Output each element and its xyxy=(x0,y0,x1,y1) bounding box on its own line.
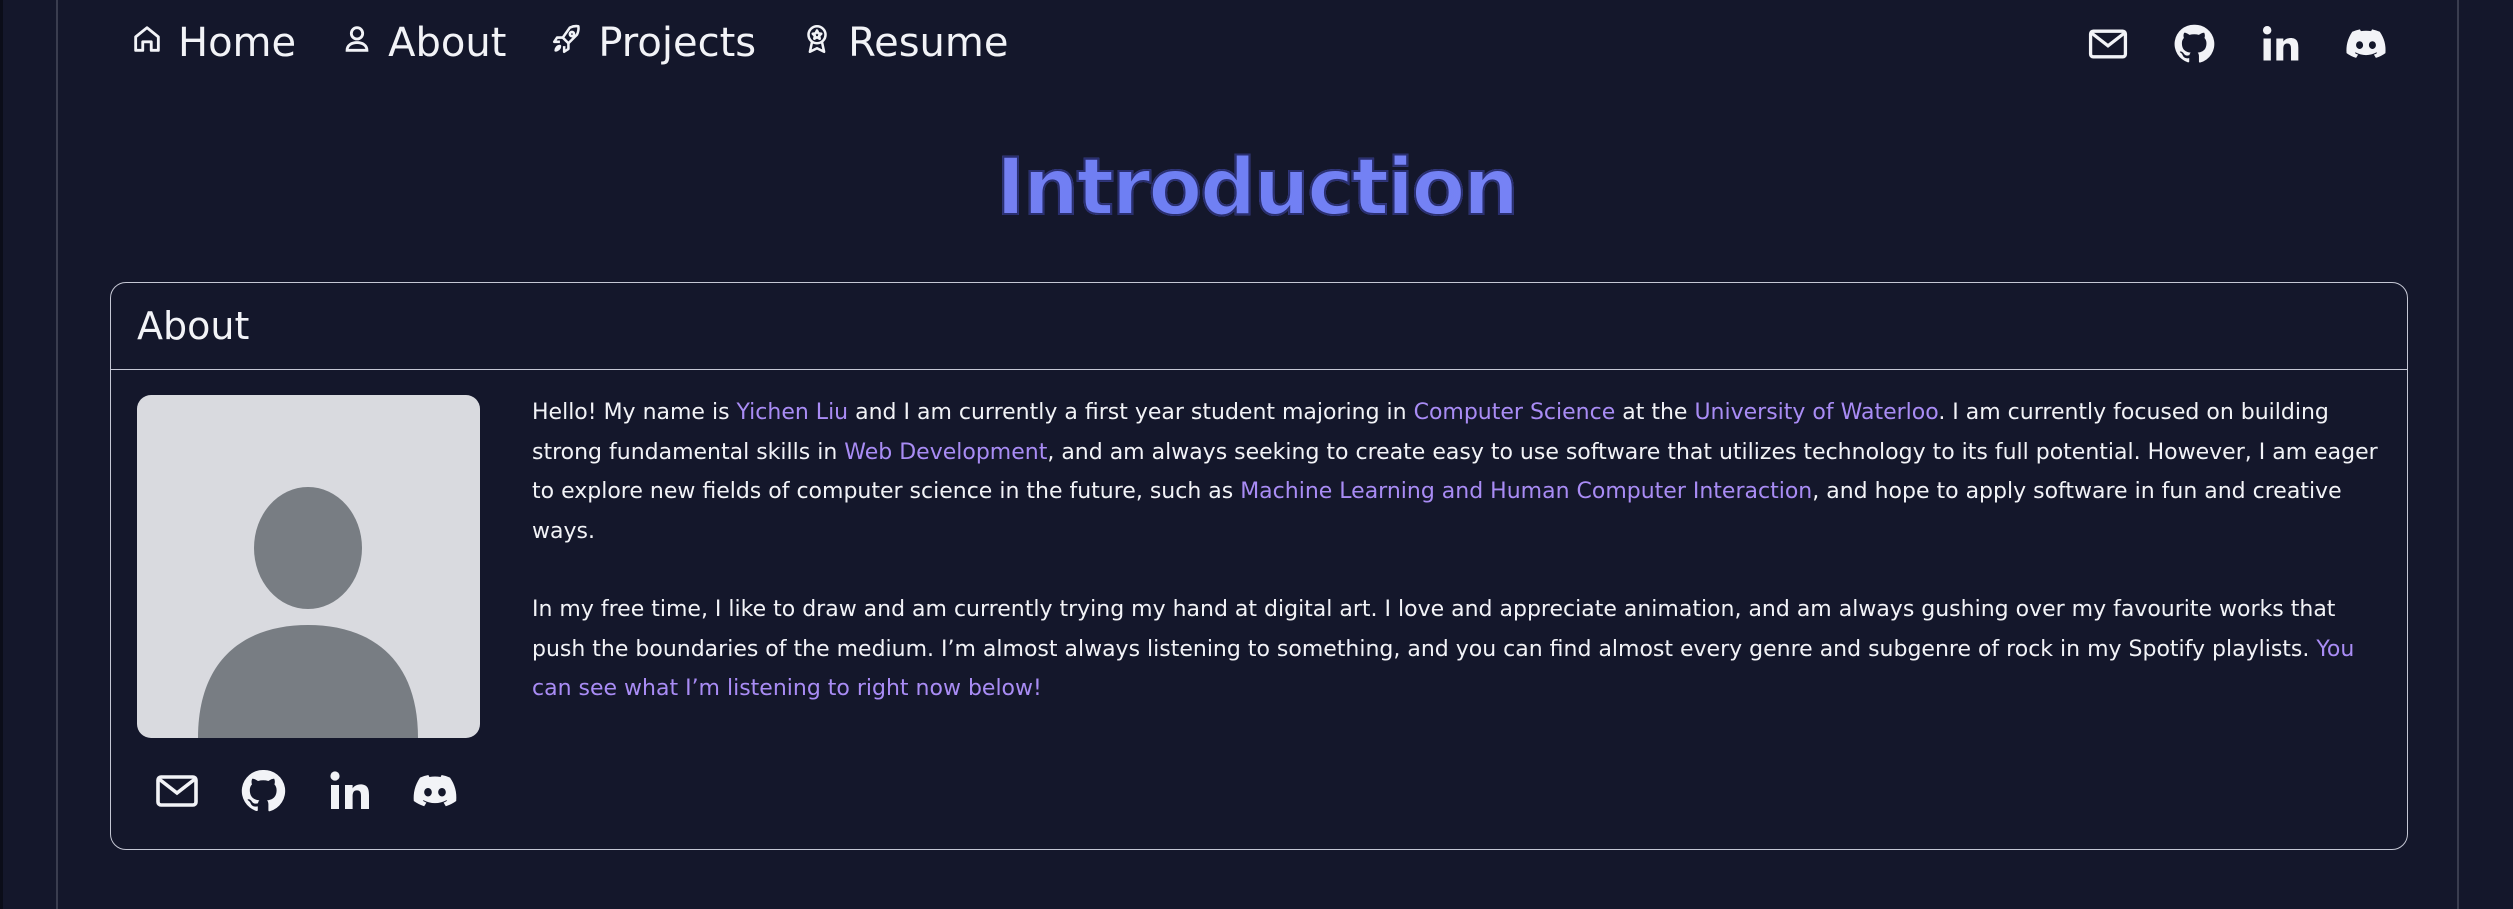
about-card: About Hello! My name is Yichen Liu and I… xyxy=(110,282,2408,850)
bio-text: Hello! My name is Yichen Liu and I am cu… xyxy=(532,393,2382,748)
card-header: About xyxy=(111,283,2407,370)
nav-home[interactable]: Home xyxy=(130,20,296,66)
nav-projects-label: Projects xyxy=(598,20,757,66)
name-highlight[interactable]: Yichen Liu xyxy=(737,400,849,425)
window-edge xyxy=(0,0,3,909)
university-highlight[interactable]: University of Waterloo xyxy=(1694,400,1938,425)
ml-hci-highlight[interactable]: Machine Learning and Human Computer Inte… xyxy=(1240,479,1812,504)
person-icon xyxy=(340,20,374,66)
page-title: Introduction xyxy=(0,138,2513,238)
github-icon[interactable] xyxy=(239,767,287,815)
nav-about[interactable]: About xyxy=(340,20,506,66)
nav-projects[interactable]: Projects xyxy=(550,20,756,66)
nav-resume[interactable]: Resume xyxy=(800,20,1008,66)
home-icon xyxy=(130,20,164,66)
person-placeholder-icon xyxy=(198,487,418,738)
award-icon xyxy=(800,20,834,66)
nav-about-label: About xyxy=(388,20,507,66)
linkedin-icon[interactable] xyxy=(325,767,373,815)
discord-icon[interactable] xyxy=(2344,22,2388,66)
nav-resume-label: Resume xyxy=(848,20,1009,66)
major-highlight[interactable]: Computer Science xyxy=(1414,400,1616,425)
discord-icon[interactable] xyxy=(411,767,459,815)
rocket-icon xyxy=(550,20,584,66)
avatar xyxy=(137,395,480,738)
bio-paragraph-1: Hello! My name is Yichen Liu and I am cu… xyxy=(532,400,2378,544)
mail-icon[interactable] xyxy=(153,767,201,815)
github-icon[interactable] xyxy=(2172,22,2216,66)
card-social-links xyxy=(153,767,459,815)
nav-home-label: Home xyxy=(178,20,297,66)
header-social-links xyxy=(2086,22,2388,66)
bio-paragraph-2: In my free time, I like to draw and am c… xyxy=(532,597,2355,701)
card-title: About xyxy=(137,304,250,348)
linkedin-icon[interactable] xyxy=(2258,22,2302,66)
main-nav: Home About Projects Resume xyxy=(130,20,1008,66)
web-dev-highlight[interactable]: Web Development xyxy=(844,440,1047,465)
mail-icon[interactable] xyxy=(2086,22,2130,66)
